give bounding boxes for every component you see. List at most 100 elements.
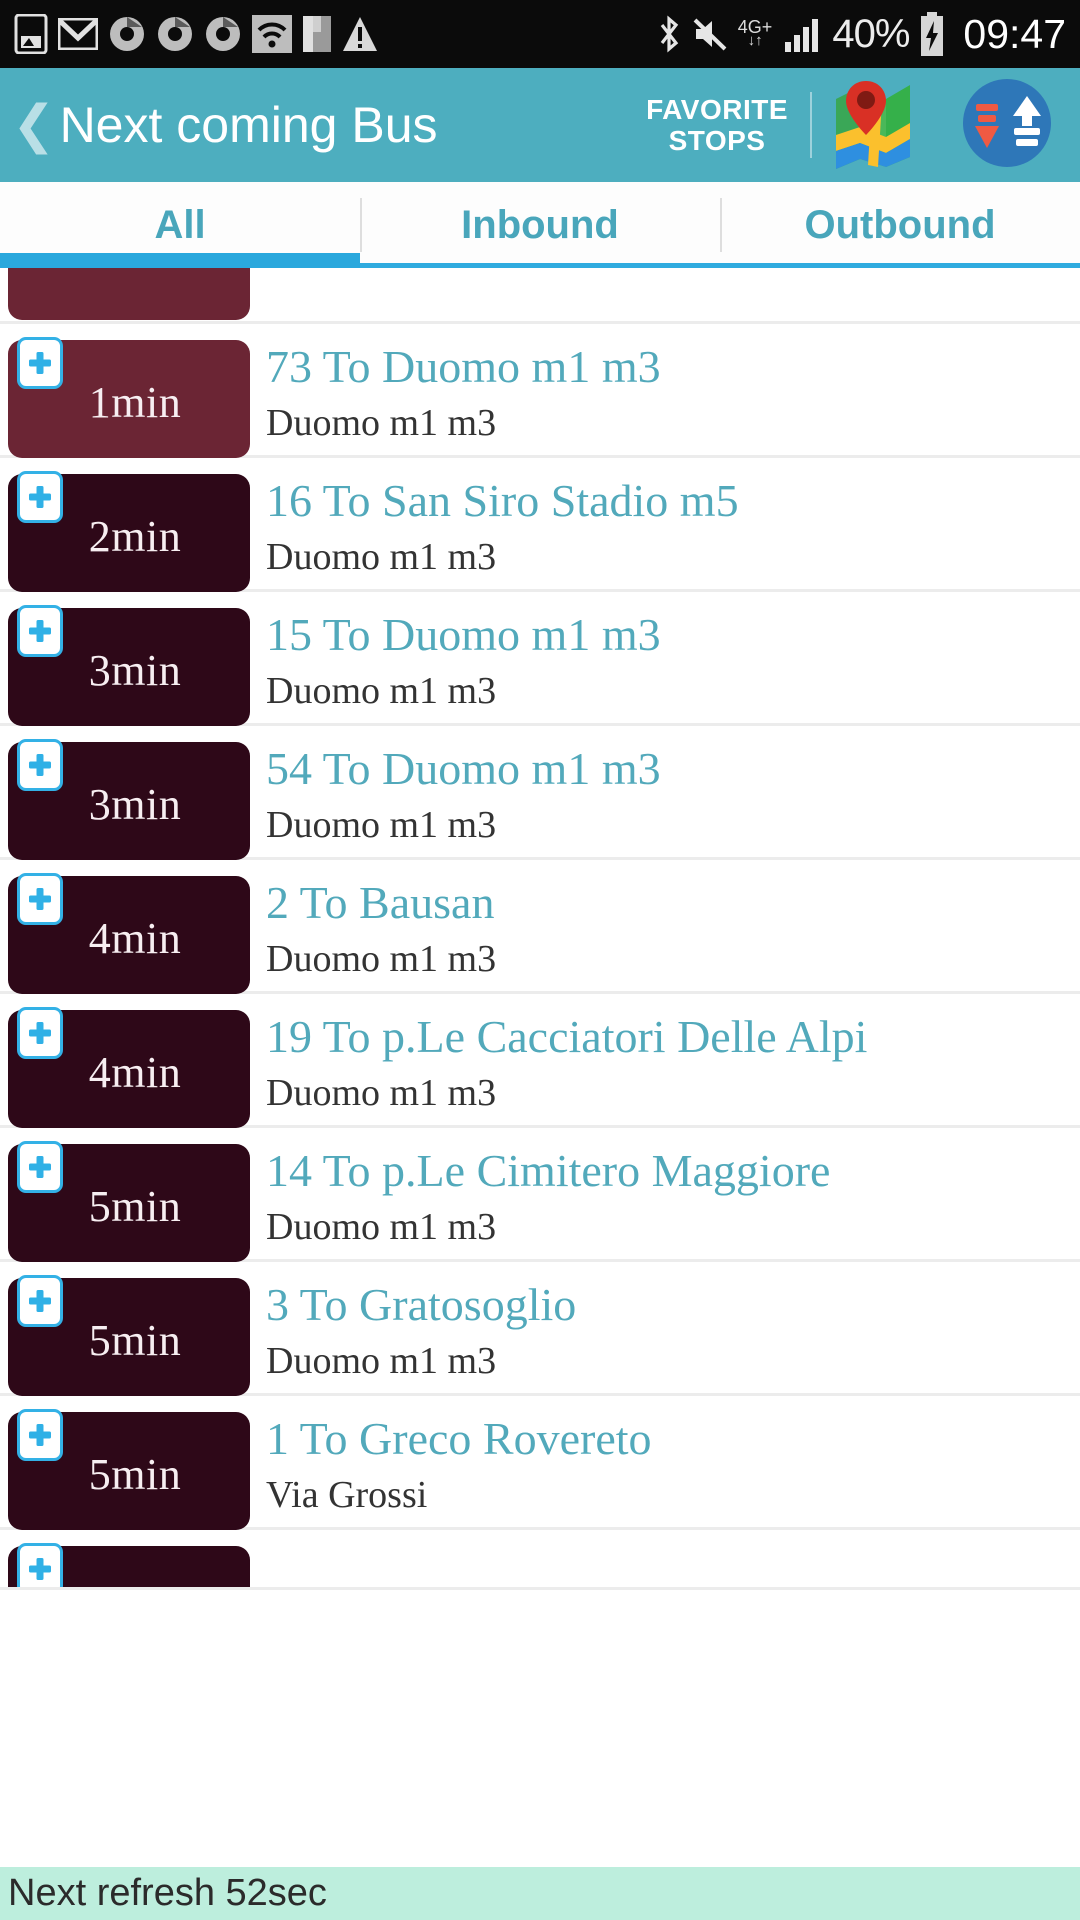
refresh-countdown-label: Next refresh 52sec — [8, 1872, 327, 1914]
add-favorite-button[interactable] — [17, 1007, 63, 1059]
route-title: 19 To p.Le Cacciatori Delle Alpi — [266, 1011, 868, 1062]
app-header: ❮ Next coming Bus FAVORITE STOPS — [0, 68, 1080, 182]
list-item[interactable]: 5min 3 To Gratosoglio Duomo m1 m3 — [0, 1262, 1080, 1396]
route-title: 3 To Gratosoglio — [266, 1279, 577, 1330]
eta-label: 5min — [88, 1315, 182, 1365]
list-item-text: 1 To Greco Rovereto Via Grossi — [266, 1412, 1070, 1519]
plus-icon — [25, 1286, 55, 1316]
eta-badge: 3min — [8, 605, 250, 726]
warning-icon — [342, 15, 378, 53]
tab-inbound[interactable]: Inbound — [360, 182, 720, 268]
add-favorite-button[interactable] — [17, 337, 63, 389]
list-item-text: 73 To Duomo m1 m3 Duomo m1 m3 — [266, 340, 1070, 447]
tab-bar: All Inbound Outbound — [0, 182, 1080, 268]
route-title: 54 To Duomo m1 m3 — [266, 743, 661, 794]
chrome-icon — [204, 15, 242, 53]
list-item-text: 2 To Bausan Duomo m1 m3 — [266, 876, 1070, 983]
list-item[interactable]: 1min 73 To Duomo m1 m3 Duomo m1 m3 — [0, 324, 1080, 458]
list-item[interactable]: 5min 14 To p.Le Cimitero Maggiore Duomo … — [0, 1128, 1080, 1262]
list-item[interactable]: 3min 15 To Duomo m1 m3 Duomo m1 m3 — [0, 592, 1080, 726]
sort-button[interactable] — [952, 74, 1080, 177]
eta-badge: 5min — [8, 1275, 250, 1396]
list-item[interactable] — [0, 268, 1080, 324]
add-favorite-button[interactable] — [17, 1543, 63, 1587]
stop-name: Duomo m1 m3 — [266, 1072, 497, 1115]
add-favorite-button[interactable] — [17, 605, 63, 657]
list-item-text: 16 To San Siro Stadio m5 Duomo m1 m3 — [266, 474, 1070, 581]
add-favorite-button[interactable] — [17, 1141, 63, 1193]
tab-all-label: All — [154, 202, 206, 247]
app-icon — [302, 15, 332, 53]
eta-badge — [8, 1543, 250, 1587]
plus-icon — [25, 1152, 55, 1182]
plus-icon — [25, 348, 55, 378]
tab-outbound[interactable]: Outbound — [720, 182, 1080, 268]
add-favorite-button[interactable] — [17, 1275, 63, 1327]
plus-icon — [25, 616, 55, 646]
list-item[interactable]: 3min 54 To Duomo m1 m3 Duomo m1 m3 — [0, 726, 1080, 860]
chrome-icon — [108, 15, 146, 53]
list-item[interactable] — [0, 1530, 1080, 1590]
plus-icon — [25, 1018, 55, 1048]
eta-label: 4min — [88, 913, 182, 963]
plus-icon — [25, 1420, 55, 1450]
map-icon — [834, 77, 930, 174]
stop-name: Duomo m1 m3 — [266, 1340, 497, 1383]
gmail-icon — [58, 18, 98, 50]
chrome-icon — [156, 15, 194, 53]
wifi-icon — [252, 15, 292, 53]
eta-badge — [8, 268, 250, 320]
list-item-text: 3 To Gratosoglio Duomo m1 m3 — [266, 1278, 1070, 1385]
route-title: 15 To Duomo m1 m3 — [266, 609, 661, 660]
network-type-indicator: 4G+ ↓↑ — [738, 18, 773, 50]
plus-icon — [25, 884, 55, 914]
list-item-text: 19 To p.Le Cacciatori Delle Alpi Duomo m… — [266, 1010, 1070, 1117]
list-item[interactable]: 2min 16 To San Siro Stadio m5 Duomo m1 m… — [0, 458, 1080, 592]
route-title: 16 To San Siro Stadio m5 — [266, 475, 739, 526]
list-item-text: 14 To p.Le Cimitero Maggiore Duomo m1 m3 — [266, 1144, 1070, 1251]
add-favorite-button[interactable] — [17, 739, 63, 791]
route-title: 73 To Duomo m1 m3 — [266, 341, 661, 392]
stop-name: Duomo m1 m3 — [266, 1206, 497, 1249]
favorite-stops-button[interactable]: FAVORITE STOPS — [646, 94, 810, 157]
eta-badge: 1min — [8, 337, 250, 458]
list-item[interactable]: 5min 1 To Greco Rovereto Via Grossi — [0, 1396, 1080, 1530]
app-screen: 4G+ ↓↑ 40% 09:47 ❮ Next coming Bus FAVOR… — [0, 0, 1080, 1920]
eta-badge: 5min — [8, 1141, 250, 1262]
list-item[interactable]: 4min 19 To p.Le Cacciatori Delle Alpi Du… — [0, 994, 1080, 1128]
add-favorite-button[interactable] — [17, 1409, 63, 1461]
screenshot-icon — [14, 14, 48, 54]
route-title: 14 To p.Le Cimitero Maggiore — [266, 1145, 831, 1196]
route-title: 1 To Greco Rovereto — [266, 1413, 652, 1464]
eta-label: 2min — [88, 511, 182, 561]
stop-name: Duomo m1 m3 — [266, 804, 497, 847]
departures-list[interactable]: 1min 73 To Duomo m1 m3 Duomo m1 m3 2min — [0, 268, 1080, 1867]
plus-icon — [25, 1554, 55, 1584]
back-chevron-icon[interactable]: ❮ — [12, 99, 56, 151]
add-favorite-button[interactable] — [17, 873, 63, 925]
eta-badge: 2min — [8, 471, 250, 592]
plus-icon — [25, 482, 55, 512]
stop-name: Duomo m1 m3 — [266, 938, 497, 981]
eta-badge: 5min — [8, 1409, 250, 1530]
battery-percent-label: 40% — [832, 11, 910, 56]
bluetooth-icon — [656, 14, 682, 54]
list-item-text: 54 To Duomo m1 m3 Duomo m1 m3 — [266, 742, 1070, 849]
tab-all-indicator — [0, 253, 360, 268]
eta-badge: 3min — [8, 739, 250, 860]
list-item[interactable]: 4min 2 To Bausan Duomo m1 m3 — [0, 860, 1080, 994]
eta-label: 5min — [88, 1181, 182, 1231]
battery-charging-icon — [919, 12, 945, 56]
add-favorite-button[interactable] — [17, 471, 63, 523]
plus-icon — [25, 750, 55, 780]
eta-label: 3min — [88, 645, 182, 695]
sort-arrows-icon — [958, 74, 1056, 177]
network-data-arrows: ↓↑ — [747, 32, 763, 50]
stop-name: Via Grossi — [266, 1474, 428, 1517]
page-title: Next coming Bus — [59, 97, 438, 153]
mute-icon — [692, 16, 728, 52]
tab-all[interactable]: All — [0, 182, 360, 268]
eta-label: 3min — [88, 779, 182, 829]
map-button[interactable] — [812, 77, 952, 174]
refresh-status-bar: Next refresh 52sec — [0, 1867, 1080, 1920]
